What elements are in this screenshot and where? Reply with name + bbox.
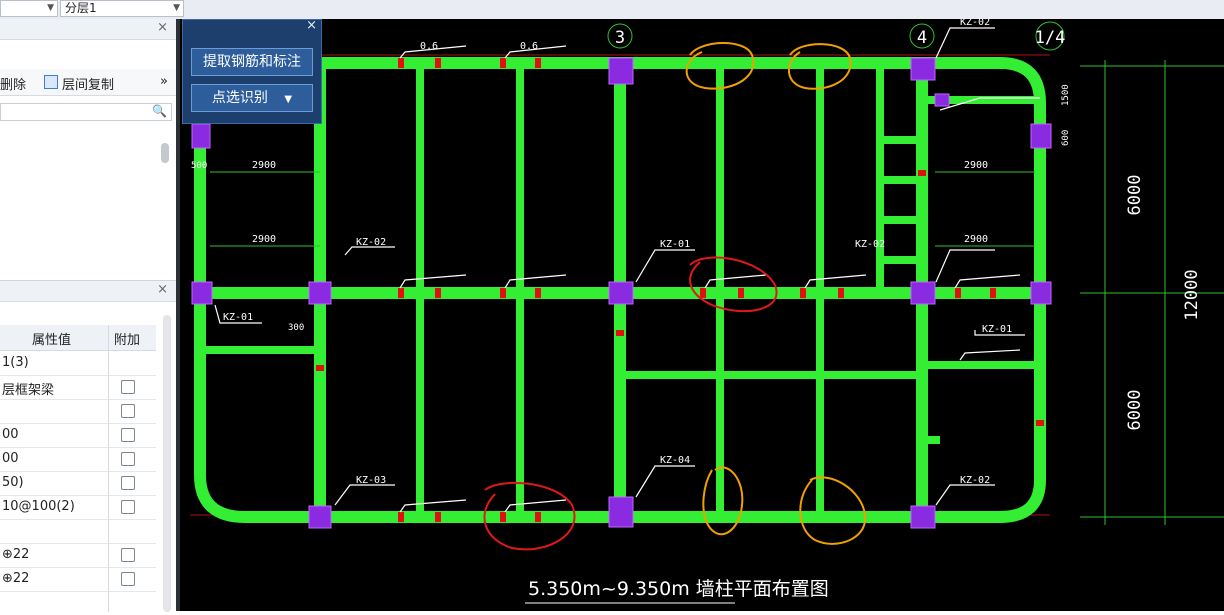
column-tag: KZ-02 <box>960 475 990 486</box>
drawing-title: 5.350m~9.350m 墙柱平面布置图 <box>528 578 829 600</box>
cad-canvas[interactable]: .beam { stroke: #33ee33; stroke-width: 1… <box>180 17 1224 611</box>
extra-checkbox[interactable] <box>121 572 135 586</box>
property-row[interactable]: 50) <box>0 471 156 496</box>
dimension-label: 6000 <box>1125 175 1145 216</box>
layer-dropdown[interactable]: 分层1 ▼ <box>60 0 184 17</box>
property-row[interactable]: 00 <box>0 447 156 472</box>
column-tag: KZ-03 <box>356 475 386 486</box>
dimension-label: 1500 <box>1061 84 1071 106</box>
dimension-label: 500 <box>191 161 207 171</box>
property-row[interactable]: ⊕22 <box>0 543 156 568</box>
extra-checkbox[interactable] <box>121 500 135 514</box>
property-row[interactable]: 00 <box>0 423 156 448</box>
recognition-panel: × 提取钢筋和标注 点选识别 ▼ <box>182 18 322 124</box>
button-label: 点选识别 <box>211 90 268 106</box>
dimension-label: 2900 <box>252 234 276 245</box>
column-tag: KZ-04 <box>660 455 690 466</box>
property-grid-header: 属性值 附加 <box>0 325 156 351</box>
column-tag: KZ-02 <box>356 237 386 248</box>
property-value: 00 <box>2 451 19 466</box>
beam-label: 0.6 <box>520 41 538 52</box>
dimension-label: 300 <box>288 323 304 333</box>
dimension-label: 2900 <box>964 234 988 245</box>
column-tag: KZ-01 <box>660 239 690 250</box>
dimension-label: 600 <box>1061 130 1071 146</box>
column-tag: KZ-01 <box>982 324 1012 335</box>
copy-icon <box>44 75 58 89</box>
extra-checkbox[interactable] <box>121 404 135 418</box>
property-value: 00 <box>2 427 19 442</box>
chevron-down-icon: ▼ <box>284 94 293 105</box>
beam-label: 0.6 <box>420 41 438 52</box>
property-row[interactable] <box>0 519 156 544</box>
dropdown-value: 分层1 <box>65 1 97 15</box>
axis-label-4: 4 <box>917 28 927 48</box>
search-input[interactable]: 🔍 <box>0 103 172 121</box>
property-row[interactable]: ⊕22 <box>0 567 156 592</box>
search-icon: 🔍 <box>152 104 167 118</box>
property-row[interactable]: 层框架梁 <box>0 375 156 400</box>
close-icon[interactable]: × <box>157 282 168 297</box>
property-row[interactable]: 1(3) <box>0 351 156 376</box>
property-row[interactable] <box>0 399 156 424</box>
extra-checkbox[interactable] <box>121 452 135 466</box>
more-icon[interactable]: » <box>160 74 168 89</box>
scrollbar-thumb[interactable] <box>161 143 169 163</box>
close-icon[interactable]: × <box>306 18 317 33</box>
extra-checkbox[interactable] <box>121 548 135 562</box>
chevron-down-icon: ▼ <box>47 3 54 13</box>
property-value: 层框架梁 <box>2 383 55 398</box>
extra-checkbox[interactable] <box>121 476 135 490</box>
axis-label-3: 3 <box>615 28 625 48</box>
col-header-value: 属性值 <box>32 333 72 348</box>
component-toolbar: 删除 层间复制 » <box>0 69 176 96</box>
close-icon[interactable]: × <box>157 20 168 35</box>
column-tag: KZ-01 <box>223 312 253 323</box>
copy-floor-button[interactable]: 层间复制 <box>62 74 114 93</box>
dimension-label: 6000 <box>1125 390 1145 431</box>
delete-button[interactable]: 删除 <box>0 74 26 93</box>
scrollbar-track[interactable] <box>163 315 171 612</box>
col-header-extra: 附加 <box>114 333 141 348</box>
dimension-label: 12000 <box>1182 269 1202 320</box>
property-value: ⊕22 <box>2 571 30 586</box>
properties-panel: × 属性值 附加 1(3) 层框架梁 00 00 50) 10@100(2) ⊕22 ⊕22 <box>0 280 176 612</box>
dimension-label: 2900 <box>964 160 988 171</box>
property-value: 50) <box>2 475 24 490</box>
component-list-panel: × 删除 层间复制 » 🔍 <box>0 19 176 274</box>
panel-header: × <box>0 281 176 302</box>
column-tag: KZ-02 <box>960 19 990 28</box>
extra-checkbox[interactable] <box>121 380 135 394</box>
extra-checkbox[interactable] <box>121 428 135 442</box>
property-row[interactable]: 10@100(2) <box>0 495 156 520</box>
property-value: ⊕22 <box>2 547 30 562</box>
property-value: 1(3) <box>2 355 29 370</box>
floor-plan-drawing: .beam { stroke: #33ee33; stroke-width: 1… <box>190 17 1224 604</box>
dimension-label: 2900 <box>252 160 276 171</box>
top-toolbar: ▼ 分层1 ▼ <box>0 0 1224 20</box>
column-tag: KZ-02 <box>855 239 885 250</box>
chevron-down-icon: ▼ <box>173 3 180 13</box>
floor-type-dropdown[interactable]: ▼ <box>0 0 58 17</box>
property-value: 10@100(2) <box>2 499 75 514</box>
extract-rebar-and-label-button[interactable]: 提取钢筋和标注 <box>191 48 313 76</box>
panel-header: × <box>0 19 176 40</box>
point-select-recognize-button[interactable]: 点选识别 ▼ <box>191 84 313 112</box>
axis-label-1-4: 1/4 <box>1035 28 1066 48</box>
